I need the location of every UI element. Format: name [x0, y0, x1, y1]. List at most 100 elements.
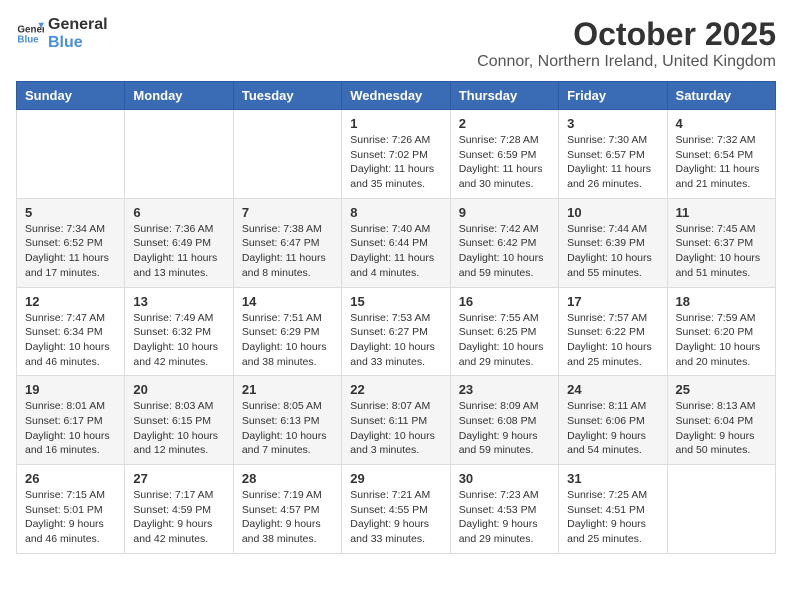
day-info: Sunrise: 7:26 AM Sunset: 7:02 PM Dayligh…: [350, 133, 441, 192]
day-number: 21: [242, 382, 333, 397]
day-info: Sunrise: 8:01 AM Sunset: 6:17 PM Dayligh…: [25, 399, 116, 458]
calendar-table: SundayMondayTuesdayWednesdayThursdayFrid…: [16, 81, 776, 554]
day-info: Sunrise: 7:44 AM Sunset: 6:39 PM Dayligh…: [567, 222, 658, 281]
logo-text-blue: Blue: [48, 34, 108, 52]
calendar-cell: 29 Sunrise: 7:21 AM Sunset: 4:55 PM Dayli…: [342, 465, 450, 554]
calendar-cell: 1Sunrise: 7:26 AM Sunset: 7:02 PM Daylig…: [342, 110, 450, 199]
header-sunday: Sunday: [17, 82, 125, 110]
calendar-cell: 20 Sunrise: 8:03 AM Sunset: 6:15 PM Dayli…: [125, 376, 233, 465]
day-info: Sunrise: 7:38 AM Sunset: 6:47 PM Dayligh…: [242, 222, 333, 281]
calendar-cell: 4Sunrise: 7:32 AM Sunset: 6:54 PM Daylig…: [667, 110, 775, 199]
day-number: 28: [242, 471, 333, 486]
calendar-cell: 18 Sunrise: 7:59 AM Sunset: 6:20 PM Dayli…: [667, 287, 775, 376]
calendar-cell: 14 Sunrise: 7:51 AM Sunset: 6:29 PM Dayli…: [233, 287, 341, 376]
day-number: 12: [25, 294, 116, 309]
day-number: 4: [676, 116, 767, 131]
day-info: Sunrise: 8:09 AM Sunset: 6:08 PM Dayligh…: [459, 399, 550, 458]
day-number: 10: [567, 205, 658, 220]
day-info: Sunrise: 8:11 AM Sunset: 6:06 PM Dayligh…: [567, 399, 658, 458]
calendar-cell: 12Sunrise: 7:47 AM Sunset: 6:34 PM Dayli…: [17, 287, 125, 376]
day-number: 14: [242, 294, 333, 309]
day-number: 9: [459, 205, 550, 220]
calendar-cell: 8 Sunrise: 7:40 AM Sunset: 6:44 PM Daylig…: [342, 198, 450, 287]
day-info: Sunrise: 7:40 AM Sunset: 6:44 PM Dayligh…: [350, 222, 441, 281]
calendar-cell: 24 Sunrise: 8:11 AM Sunset: 6:06 PM Dayli…: [559, 376, 667, 465]
day-number: 22: [350, 382, 441, 397]
calendar-cell: 3Sunrise: 7:30 AM Sunset: 6:57 PM Daylig…: [559, 110, 667, 199]
day-info: Sunrise: 7:55 AM Sunset: 6:25 PM Dayligh…: [459, 311, 550, 370]
calendar-cell: 13Sunrise: 7:49 AM Sunset: 6:32 PM Dayli…: [125, 287, 233, 376]
calendar-body: 1Sunrise: 7:26 AM Sunset: 7:02 PM Daylig…: [17, 110, 776, 554]
header-thursday: Thursday: [450, 82, 558, 110]
header-friday: Friday: [559, 82, 667, 110]
calendar-cell: [233, 110, 341, 199]
calendar-cell: 17 Sunrise: 7:57 AM Sunset: 6:22 PM Dayli…: [559, 287, 667, 376]
day-number: 15: [350, 294, 441, 309]
day-number: 20: [133, 382, 224, 397]
day-number: 18: [676, 294, 767, 309]
day-info: Sunrise: 7:25 AM Sunset: 4:51 PM Dayligh…: [567, 488, 658, 547]
day-info: Sunrise: 7:59 AM Sunset: 6:20 PM Dayligh…: [676, 311, 767, 370]
logo-text-general: General: [48, 16, 108, 34]
header-monday: Monday: [125, 82, 233, 110]
day-info: Sunrise: 8:05 AM Sunset: 6:13 PM Dayligh…: [242, 399, 333, 458]
calendar-cell: 23 Sunrise: 8:09 AM Sunset: 6:08 PM Dayli…: [450, 376, 558, 465]
header-saturday: Saturday: [667, 82, 775, 110]
day-number: 8: [350, 205, 441, 220]
calendar-header: SundayMondayTuesdayWednesdayThursdayFrid…: [17, 82, 776, 110]
day-number: 30: [459, 471, 550, 486]
calendar-cell: 22 Sunrise: 8:07 AM Sunset: 6:11 PM Dayli…: [342, 376, 450, 465]
calendar-cell: 27 Sunrise: 7:17 AM Sunset: 4:59 PM Dayli…: [125, 465, 233, 554]
header-row: SundayMondayTuesdayWednesdayThursdayFrid…: [17, 82, 776, 110]
calendar-cell: 25Sunrise: 8:13 AM Sunset: 6:04 PM Dayli…: [667, 376, 775, 465]
day-number: 16: [459, 294, 550, 309]
day-number: 19: [25, 382, 116, 397]
day-number: 13: [133, 294, 224, 309]
svg-text:Blue: Blue: [17, 34, 39, 45]
day-info: Sunrise: 7:15 AM Sunset: 5:01 PM Dayligh…: [25, 488, 116, 547]
day-number: 17: [567, 294, 658, 309]
day-info: Sunrise: 7:51 AM Sunset: 6:29 PM Dayligh…: [242, 311, 333, 370]
day-number: 26: [25, 471, 116, 486]
day-info: Sunrise: 7:53 AM Sunset: 6:27 PM Dayligh…: [350, 311, 441, 370]
page-header: General Blue General Blue October 2025 C…: [16, 16, 776, 71]
calendar-cell: [17, 110, 125, 199]
calendar-cell: 30 Sunrise: 7:23 AM Sunset: 4:53 PM Dayli…: [450, 465, 558, 554]
day-info: Sunrise: 7:23 AM Sunset: 4:53 PM Dayligh…: [459, 488, 550, 547]
day-number: 29: [350, 471, 441, 486]
calendar-cell: 7 Sunrise: 7:38 AM Sunset: 6:47 PM Daylig…: [233, 198, 341, 287]
day-number: 11: [676, 205, 767, 220]
logo: General Blue General Blue: [16, 16, 108, 51]
day-info: Sunrise: 8:03 AM Sunset: 6:15 PM Dayligh…: [133, 399, 224, 458]
day-number: 24: [567, 382, 658, 397]
day-info: Sunrise: 8:07 AM Sunset: 6:11 PM Dayligh…: [350, 399, 441, 458]
calendar-cell: 21 Sunrise: 8:05 AM Sunset: 6:13 PM Dayli…: [233, 376, 341, 465]
calendar-cell: 19 Sunrise: 8:01 AM Sunset: 6:17 PM Dayli…: [17, 376, 125, 465]
calendar-cell: 6Sunrise: 7:36 AM Sunset: 6:49 PM Daylig…: [125, 198, 233, 287]
day-info: Sunrise: 7:57 AM Sunset: 6:22 PM Dayligh…: [567, 311, 658, 370]
calendar-cell: 5Sunrise: 7:34 AM Sunset: 6:52 PM Daylig…: [17, 198, 125, 287]
week-row-1: 1Sunrise: 7:26 AM Sunset: 7:02 PM Daylig…: [17, 110, 776, 199]
calendar-cell: 16 Sunrise: 7:55 AM Sunset: 6:25 PM Dayli…: [450, 287, 558, 376]
week-row-2: 5Sunrise: 7:34 AM Sunset: 6:52 PM Daylig…: [17, 198, 776, 287]
calendar-cell: [125, 110, 233, 199]
day-info: Sunrise: 8:13 AM Sunset: 6:04 PM Dayligh…: [676, 399, 767, 458]
day-number: 27: [133, 471, 224, 486]
day-info: Sunrise: 7:17 AM Sunset: 4:59 PM Dayligh…: [133, 488, 224, 547]
day-number: 31: [567, 471, 658, 486]
day-number: 7: [242, 205, 333, 220]
day-number: 23: [459, 382, 550, 397]
calendar-cell: 9Sunrise: 7:42 AM Sunset: 6:42 PM Daylig…: [450, 198, 558, 287]
day-info: Sunrise: 7:21 AM Sunset: 4:55 PM Dayligh…: [350, 488, 441, 547]
day-number: 5: [25, 205, 116, 220]
calendar-cell: 10 Sunrise: 7:44 AM Sunset: 6:39 PM Dayli…: [559, 198, 667, 287]
calendar-cell: [667, 465, 775, 554]
day-info: Sunrise: 7:36 AM Sunset: 6:49 PM Dayligh…: [133, 222, 224, 281]
day-info: Sunrise: 7:28 AM Sunset: 6:59 PM Dayligh…: [459, 133, 550, 192]
day-info: Sunrise: 7:30 AM Sunset: 6:57 PM Dayligh…: [567, 133, 658, 192]
calendar-cell: 31 Sunrise: 7:25 AM Sunset: 4:51 PM Dayli…: [559, 465, 667, 554]
calendar-subtitle: Connor, Northern Ireland, United Kingdom: [477, 53, 776, 71]
calendar-cell: 28Sunrise: 7:19 AM Sunset: 4:57 PM Dayli…: [233, 465, 341, 554]
title-section: October 2025 Connor, Northern Ireland, U…: [477, 16, 776, 71]
logo-icon: General Blue: [16, 20, 44, 48]
